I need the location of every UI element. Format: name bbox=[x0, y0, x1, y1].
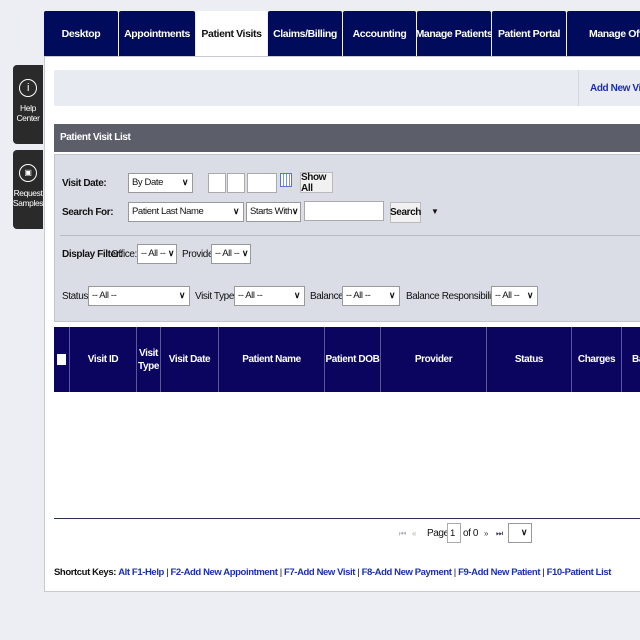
section-header: Patient Visit List bbox=[54, 124, 640, 152]
office-label: Office: bbox=[111, 249, 137, 260]
col-charges[interactable]: Charges bbox=[572, 327, 622, 392]
tab-desktop[interactable]: Desktop bbox=[44, 11, 118, 56]
tab-manage-office[interactable]: Manage Offic bbox=[567, 11, 640, 56]
col-patient-dob[interactable]: Patient DOB bbox=[325, 327, 381, 392]
page-input[interactable]: 1 bbox=[447, 523, 461, 543]
col-visit-id[interactable]: Visit ID bbox=[70, 327, 137, 392]
show-all-button[interactable]: Show All bbox=[300, 172, 333, 194]
col-visit-type[interactable]: Visit Type bbox=[137, 327, 161, 392]
visit-type-select[interactable]: -- All -- ∨ bbox=[234, 286, 305, 306]
chevron-down-icon: ∨ bbox=[520, 527, 528, 537]
chevron-down-icon: ∨ bbox=[293, 290, 301, 300]
toolbar bbox=[54, 70, 640, 106]
select-all-checkbox[interactable] bbox=[57, 354, 66, 365]
visit-date-mode-select[interactable]: By Date ∨ bbox=[128, 173, 193, 193]
search-field-select[interactable]: Patient Last Name ∨ bbox=[128, 202, 244, 222]
shortcut-new-visit[interactable]: F7-Add New Visit bbox=[284, 567, 355, 578]
help-label-2: Center bbox=[16, 113, 40, 123]
table-footer-line bbox=[54, 518, 640, 519]
balance-responsibility-label: Balance Responsibility: bbox=[406, 291, 501, 302]
status-label: Status: bbox=[62, 291, 91, 302]
balance-value: -- All -- bbox=[346, 290, 371, 301]
samples-label: Request bbox=[13, 188, 43, 198]
filter-divider bbox=[60, 235, 640, 236]
shortcut-help[interactable]: Alt F1-Help bbox=[118, 567, 164, 578]
office-value: -- All -- bbox=[141, 248, 166, 259]
chevron-down-icon: ∨ bbox=[291, 206, 299, 216]
page-total: of 0 bbox=[463, 528, 479, 539]
visit-date-label: Visit Date: bbox=[62, 178, 107, 189]
balance-responsibility-value: -- All -- bbox=[495, 290, 520, 301]
shortcut-keys: Shortcut Keys: Alt F1-Help | F2-Add New … bbox=[54, 567, 611, 578]
last-page-icon[interactable]: ⏭ bbox=[496, 529, 503, 539]
chevron-down-icon: ∨ bbox=[526, 290, 534, 300]
tab-manage-patients[interactable]: Manage Patients bbox=[417, 11, 491, 56]
chevron-down-icon: ∨ bbox=[232, 206, 240, 216]
shortcut-label: Shortcut Keys: bbox=[54, 567, 116, 578]
info-icon: i bbox=[19, 79, 37, 97]
provider-value: -- All -- bbox=[215, 248, 240, 259]
office-select[interactable]: -- All -- ∨ bbox=[137, 244, 177, 264]
search-field-value: Patient Last Name bbox=[132, 206, 204, 217]
chevron-down-icon: ∨ bbox=[388, 290, 396, 300]
search-input[interactable] bbox=[304, 201, 384, 221]
chevron-down-icon: ∨ bbox=[241, 248, 249, 258]
status-select[interactable]: -- All -- ∨ bbox=[88, 286, 190, 306]
tab-patient-portal[interactable]: Patient Portal bbox=[492, 11, 566, 56]
search-match-value: Starts With bbox=[250, 206, 293, 217]
search-for-label: Search For: bbox=[62, 207, 114, 218]
visit-date-mode-value: By Date bbox=[132, 177, 163, 188]
toolbar-divider bbox=[578, 70, 579, 106]
shortcut-patient-list[interactable]: F10-Patient List bbox=[547, 567, 612, 578]
search-button[interactable]: Search bbox=[390, 202, 421, 223]
date-day-input[interactable] bbox=[227, 173, 245, 193]
chevron-down-icon: ∨ bbox=[178, 290, 186, 300]
col-visit-date[interactable]: Visit Date bbox=[161, 327, 219, 392]
page-size-select[interactable]: ∨ bbox=[508, 523, 532, 543]
shortcut-new-patient[interactable]: F9-Add New Patient bbox=[458, 567, 540, 578]
page-label: Page bbox=[427, 528, 449, 539]
prev-page-icon[interactable]: « bbox=[412, 529, 416, 538]
balance-label: Balance: bbox=[310, 291, 346, 302]
date-year-input[interactable] bbox=[247, 173, 277, 193]
select-all-cell bbox=[54, 327, 70, 392]
help-center-button[interactable]: i Help Center bbox=[13, 65, 43, 144]
shortcut-new-appointment[interactable]: F2-Add New Appointment bbox=[171, 567, 278, 578]
shortcut-new-payment[interactable]: F8-Add New Payment bbox=[362, 567, 452, 578]
samples-label-2: Samples bbox=[12, 198, 44, 208]
visit-type-value: -- All -- bbox=[238, 290, 263, 301]
next-page-icon[interactable]: » bbox=[484, 529, 488, 538]
tab-accounting[interactable]: Accounting bbox=[343, 11, 416, 56]
date-month-input[interactable] bbox=[208, 173, 226, 193]
col-status[interactable]: Status bbox=[487, 327, 572, 392]
add-new-visit-link[interactable]: Add New Visi bbox=[590, 83, 640, 94]
chevron-down-icon: ∨ bbox=[167, 248, 175, 258]
tab-appointments[interactable]: Appointments bbox=[119, 11, 195, 56]
status-value: -- All -- bbox=[92, 290, 117, 301]
first-page-icon[interactable]: ⏮ bbox=[399, 529, 406, 539]
col-balance[interactable]: Ba bbox=[622, 327, 640, 392]
request-samples-button[interactable]: ▣ Request Samples bbox=[12, 150, 44, 229]
balance-select[interactable]: -- All -- ∨ bbox=[342, 286, 400, 306]
search-match-select[interactable]: Starts With ∨ bbox=[246, 202, 301, 222]
calendar-icon[interactable] bbox=[280, 173, 292, 187]
chevron-down-icon: ∨ bbox=[181, 177, 189, 187]
visit-type-label: Visit Type: bbox=[195, 291, 237, 302]
provider-select[interactable]: -- All -- ∨ bbox=[211, 244, 251, 264]
tab-patient-visits[interactable]: Patient Visits bbox=[196, 11, 267, 56]
col-provider[interactable]: Provider bbox=[381, 327, 487, 392]
help-label: Help bbox=[20, 103, 36, 113]
tab-claims-billing[interactable]: Claims/Billing bbox=[268, 11, 342, 56]
more-options-toggle[interactable]: ▼ bbox=[431, 207, 439, 216]
balance-responsibility-select[interactable]: -- All -- ∨ bbox=[491, 286, 538, 306]
col-patient-name[interactable]: Patient Name bbox=[219, 327, 325, 392]
bottle-icon: ▣ bbox=[19, 164, 37, 182]
